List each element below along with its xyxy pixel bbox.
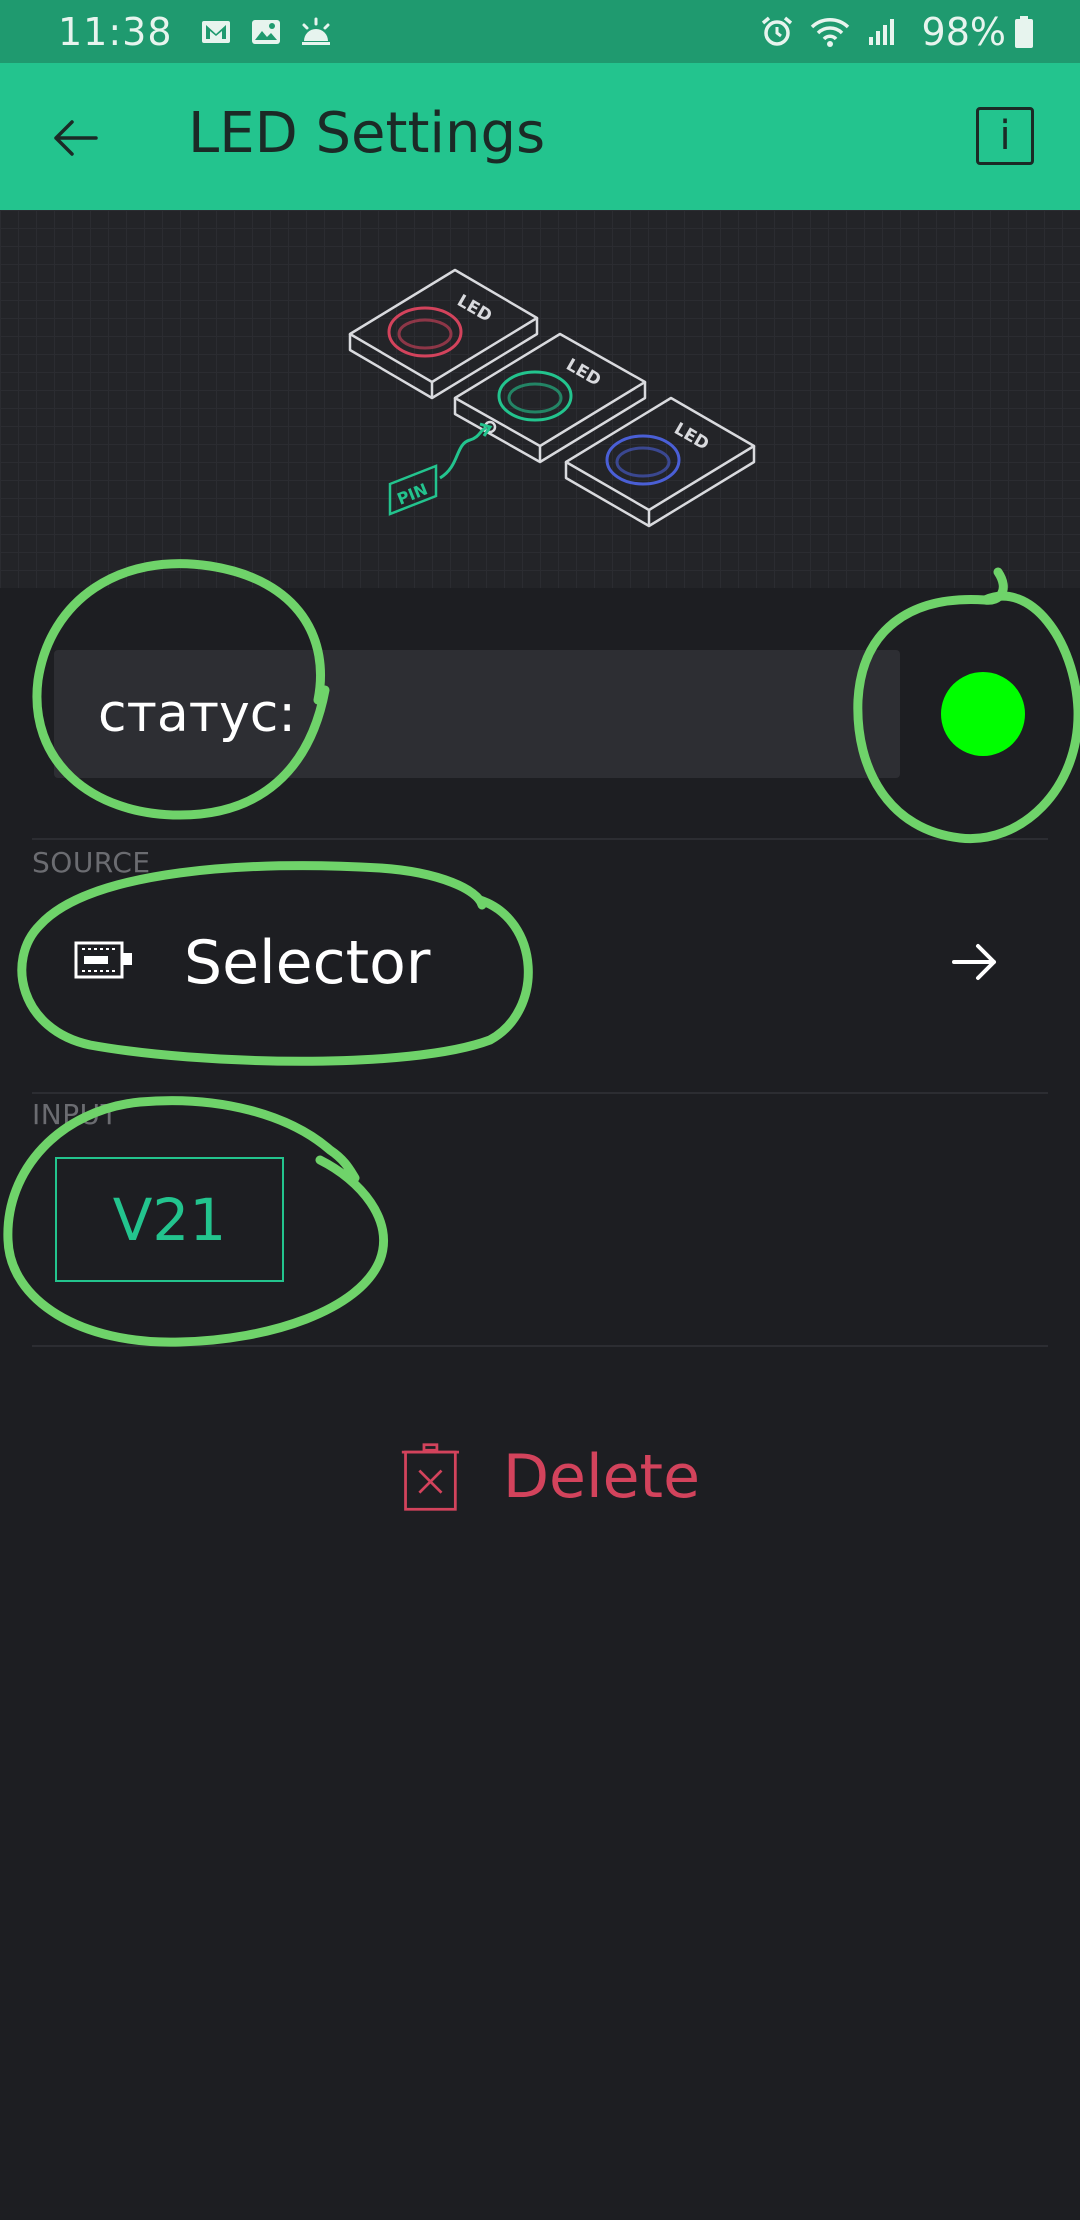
led-diagram: LED LED LED PIN: [348, 268, 756, 528]
alarm-icon: [761, 16, 792, 46]
led-label-1: LED: [454, 291, 496, 327]
pin-selector-button[interactable]: V21: [55, 1157, 284, 1282]
status-right: 98%: [760, 10, 1050, 54]
back-button[interactable]: [40, 103, 110, 173]
widget-name-value: статус:: [98, 684, 296, 744]
led-illustration: LED LED LED PIN: [0, 210, 1080, 588]
source-selector-row[interactable]: Selector: [32, 900, 1048, 1030]
delete-label: Delete: [502, 1442, 700, 1512]
trash-icon: [401, 1443, 460, 1511]
divider: [32, 1092, 1048, 1094]
source-device-name: Selector: [184, 928, 431, 998]
gmail-icon: [201, 20, 230, 43]
gallery-icon: [251, 19, 280, 44]
status-time: 11:38: [58, 9, 173, 54]
delete-button[interactable]: Delete: [400, 1440, 700, 1514]
app-bar: LED Settings i: [0, 63, 1080, 210]
divider: [32, 838, 1048, 840]
info-icon: i: [999, 113, 1011, 159]
pin-value: V21: [112, 1185, 227, 1254]
page-title: LED Settings: [188, 101, 546, 166]
signal-icon: [868, 18, 894, 45]
source-section-label: SOURCE: [32, 846, 151, 879]
device-icon: [74, 941, 132, 979]
widget-name-input[interactable]: статус:: [54, 650, 900, 778]
arrow-left-icon: [54, 120, 98, 156]
pin-label: PIN: [394, 479, 430, 508]
divider: [32, 1345, 1048, 1347]
color-picker-button[interactable]: [941, 672, 1025, 756]
arrow-right-icon: [952, 944, 996, 980]
wifi-icon: [810, 17, 849, 47]
input-section-label: INPUT: [32, 1098, 119, 1131]
pin-wire: [439, 426, 487, 480]
info-button[interactable]: i: [976, 107, 1034, 165]
battery-icon: [1015, 15, 1033, 48]
status-bar: 11:38 98%: [0, 0, 1080, 63]
weather-icon: [301, 17, 330, 45]
battery-percent: 98%: [921, 9, 1006, 54]
